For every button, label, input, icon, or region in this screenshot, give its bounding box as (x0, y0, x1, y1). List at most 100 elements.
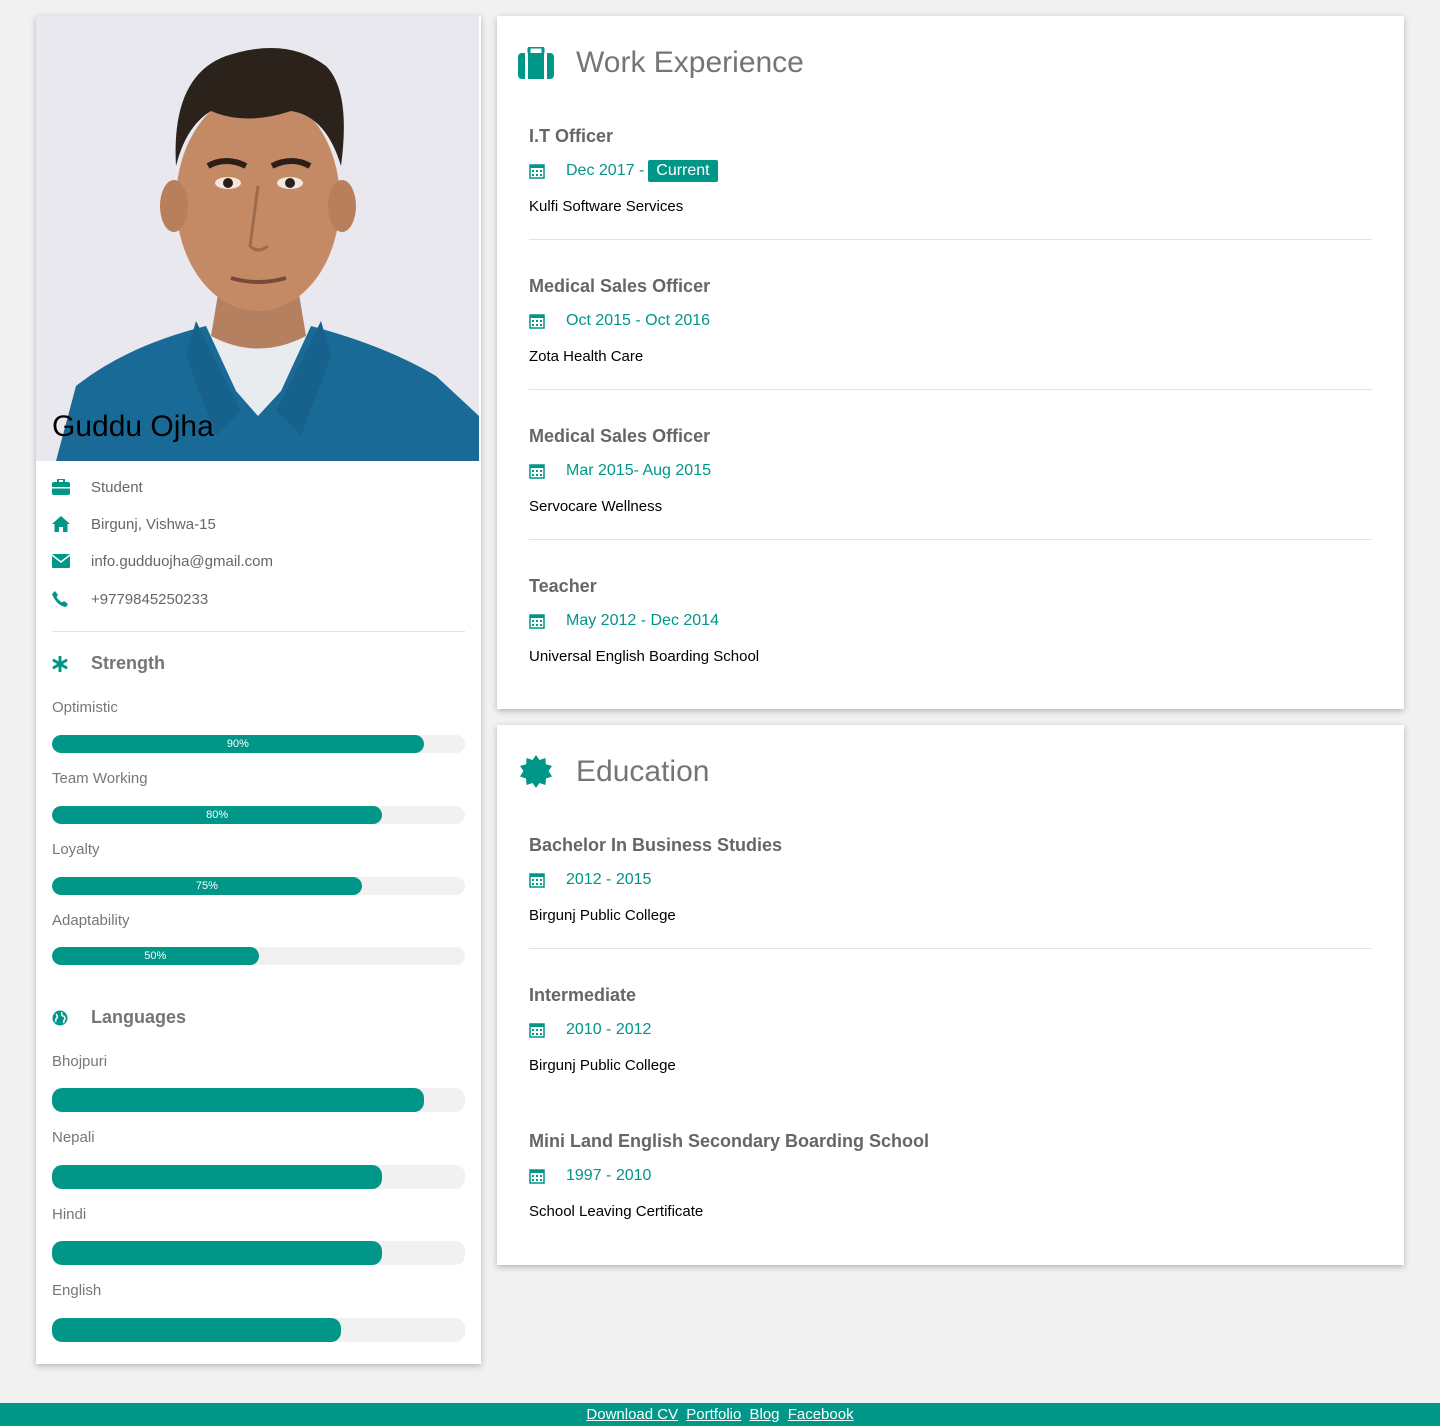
divider (52, 631, 465, 632)
job-date: Oct 2015 - Oct 2016 (529, 309, 1372, 333)
email-text[interactable]: info.gudduojha@gmail.com (91, 553, 273, 570)
job-title: Teacher (529, 576, 597, 596)
phone-text[interactable]: +9779845250233 (91, 591, 208, 608)
language-bar (52, 1165, 465, 1189)
blog-link[interactable]: Blog (750, 1406, 780, 1423)
institution: Birgunj Public College (529, 907, 676, 924)
skill-bar: 90% (52, 735, 465, 753)
education-entry: Intermediate 2010 - 2012 Birgunj Public … (529, 983, 1372, 1076)
language-label: Bhojpuri (52, 1053, 108, 1070)
institution: Birgunj Public College (529, 1057, 676, 1074)
suitcase-icon (517, 44, 555, 82)
degree-date-text: 1997 - 2010 (566, 1167, 652, 1184)
divider (529, 539, 1372, 540)
language-label: English (52, 1282, 102, 1299)
institution: School Leaving Certificate (529, 1203, 704, 1220)
job-date: Dec 2017 - Current (529, 159, 1372, 183)
calendar-icon (529, 872, 549, 888)
current-badge: Current (648, 160, 718, 182)
envelope-icon (52, 552, 74, 570)
occupation-text: Student (91, 478, 143, 496)
degree-title: Bachelor In Business Studies (529, 835, 783, 855)
language-bar-fill (52, 1088, 424, 1112)
work-entry: Teacher May 2012 - Dec 2014 Universal En… (529, 574, 1372, 667)
education-title: Education (576, 755, 710, 788)
skill-bar: 75% (52, 877, 465, 895)
work-heading: Work Experience (517, 44, 804, 82)
language-bar-fill (52, 1241, 383, 1265)
calendar-icon (529, 1022, 549, 1038)
work-entry: I.T Officer Dec 2017 - Current Kulfi Sof… (529, 124, 1372, 240)
job-date-text: Oct 2015 - Oct 2016 (566, 312, 711, 329)
footer-bar: Download CV Portfolio Blog Facebook (0, 1403, 1440, 1426)
profile-photo: Guddu Ojha (36, 16, 479, 461)
calendar-icon (529, 463, 549, 479)
degree-date: 2012 - 2015 (529, 868, 1372, 892)
work-experience-card: Work Experience I.T Officer Dec 2017 - C… (497, 16, 1404, 709)
job-date: May 2012 - Dec 2014 (529, 609, 1372, 633)
language-bar-fill (52, 1165, 383, 1189)
address-text: Birgunj, Vishwa-15 (91, 515, 216, 533)
job-company: Zota Health Care (529, 348, 644, 365)
degree-date-text: 2010 - 2012 (566, 1021, 652, 1038)
portfolio-link[interactable]: Portfolio (686, 1406, 741, 1423)
profile-name: Guddu Ojha (52, 410, 214, 443)
job-date-text: Dec 2017 - (566, 162, 645, 179)
language-bar (52, 1241, 465, 1265)
divider (529, 239, 1372, 240)
portrait-image (36, 16, 479, 461)
language-bar (52, 1088, 465, 1112)
skill-label: Team Working (52, 770, 148, 787)
calendar-icon (529, 313, 549, 329)
download-cv-link[interactable]: Download CV (586, 1406, 678, 1423)
asterisk-icon (52, 655, 74, 672)
calendar-icon (529, 163, 549, 179)
job-title: I.T Officer (529, 126, 614, 146)
degree-title: Intermediate (529, 985, 637, 1005)
language-label: Nepali (52, 1129, 95, 1146)
language-bar-fill (52, 1318, 342, 1342)
work-title: Work Experience (576, 46, 804, 79)
job-title: Medical Sales Officer (529, 276, 711, 296)
skill-bar-fill: 80% (52, 806, 383, 824)
job-title: Medical Sales Officer (529, 426, 711, 446)
facebook-link[interactable]: Facebook (788, 1406, 854, 1423)
divider (529, 948, 1372, 949)
calendar-icon (529, 613, 549, 629)
education-entry: Bachelor In Business Studies 2012 - 2015… (529, 833, 1372, 949)
skill-bar: 50% (52, 947, 465, 965)
job-date-text: Mar 2015- Aug 2015 (566, 462, 711, 479)
degree-date: 1997 - 2010 (529, 1164, 1372, 1188)
language-bar (52, 1318, 465, 1342)
degree-date-text: 2012 - 2015 (566, 871, 652, 888)
skill-label: Loyalty (52, 841, 100, 858)
education-heading: Education (517, 753, 709, 791)
language-label: Hindi (52, 1206, 87, 1223)
certificate-icon (517, 753, 555, 791)
education-card: Education Bachelor In Business Studies 2… (497, 725, 1404, 1265)
job-company: Universal English Boarding School (529, 648, 760, 665)
skill-label: Optimistic (52, 699, 118, 716)
home-icon (52, 515, 74, 533)
skill-bar: 80% (52, 806, 465, 824)
degree-date: 2010 - 2012 (529, 1018, 1372, 1042)
work-entry: Medical Sales Officer Oct 2015 - Oct 201… (529, 274, 1372, 390)
briefcase-icon (52, 478, 74, 496)
divider (529, 389, 1372, 390)
education-entry: Mini Land English Secondary Boarding Sch… (529, 1129, 1372, 1222)
job-company: Servocare Wellness (529, 498, 663, 515)
skill-bar-fill: 90% (52, 735, 424, 753)
languages-title: Languages (91, 1007, 187, 1027)
strength-heading: Strength (52, 653, 165, 674)
languages-heading: Languages (52, 1007, 186, 1028)
info-occupation: Student (52, 475, 143, 499)
strength-title: Strength (91, 653, 165, 673)
info-phone: +9779845250233 (52, 587, 208, 611)
phone-icon (52, 590, 74, 608)
info-email: info.gudduojha@gmail.com (52, 549, 273, 573)
profile-card: Guddu Ojha Student Birgunj, Vishwa-15 in… (36, 16, 481, 1364)
job-company: Kulfi Software Services (529, 198, 684, 215)
skill-bar-fill: 75% (52, 877, 362, 895)
degree-title: Mini Land English Secondary Boarding Sch… (529, 1131, 930, 1151)
globe-icon (52, 1010, 74, 1026)
